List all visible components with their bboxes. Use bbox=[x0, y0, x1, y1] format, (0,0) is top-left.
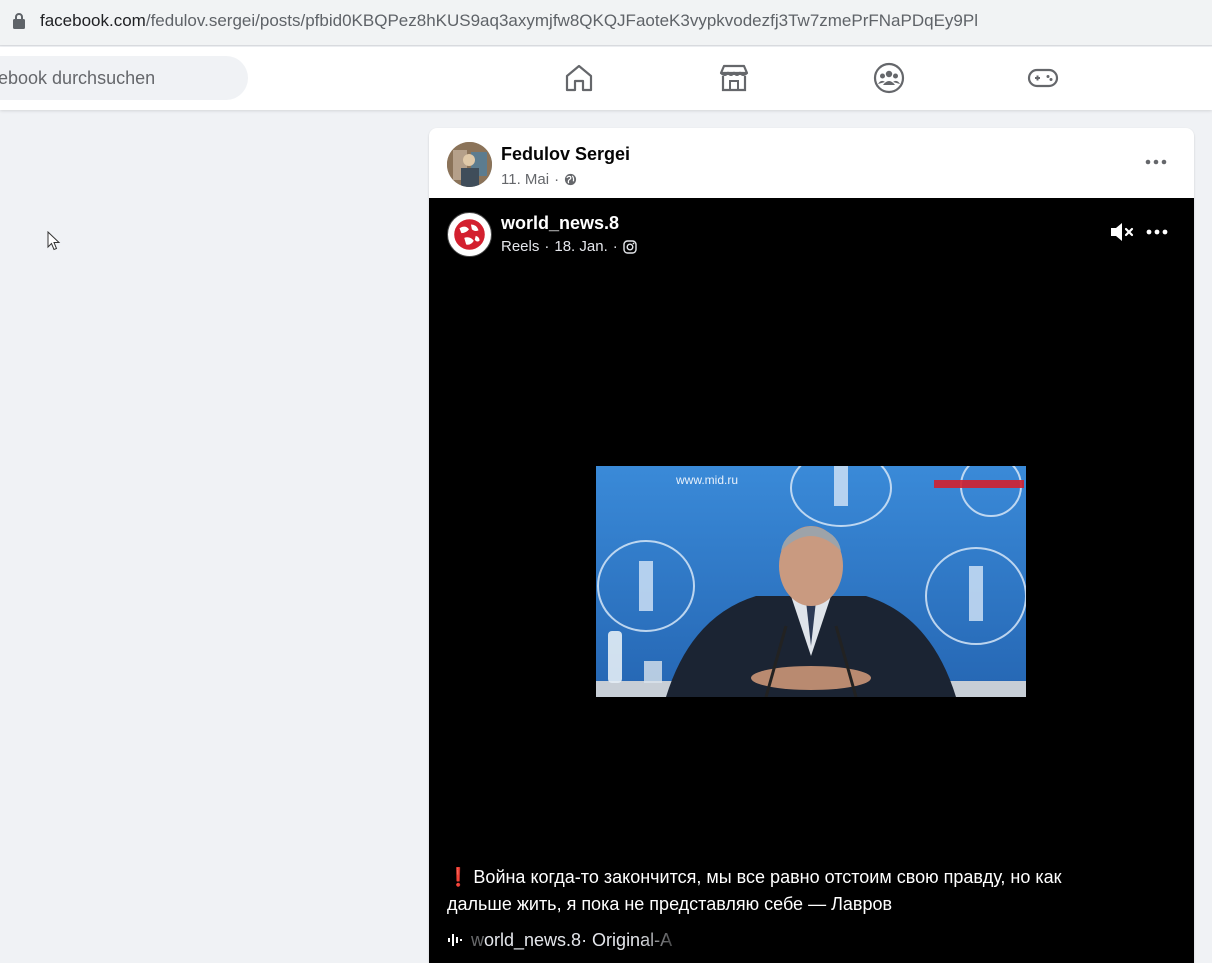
lock-icon bbox=[13, 13, 25, 29]
exclamation-icon: ❗ bbox=[447, 867, 470, 887]
marketplace-nav-button[interactable] bbox=[717, 61, 751, 95]
mouse-cursor-icon bbox=[47, 231, 61, 251]
post-author-name[interactable]: Fedulov Sergei bbox=[501, 144, 630, 165]
gaming-nav-button[interactable] bbox=[1026, 61, 1060, 95]
audio-label: · Original-A bbox=[581, 929, 673, 950]
meta-separator: · bbox=[554, 171, 560, 188]
audio-wave-icon bbox=[448, 934, 462, 946]
url-text[interactable]: facebook.com/fedulov.sergei/posts/pfbid0… bbox=[40, 10, 1200, 32]
reel-author-name[interactable]: world_news.8 bbox=[501, 213, 619, 234]
video-overlay-text: www.mid.ru bbox=[675, 473, 738, 487]
author-avatar[interactable] bbox=[447, 142, 492, 187]
groups-icon bbox=[873, 62, 905, 94]
reel-container[interactable]: world_news.8 Reels · 18. Jan. · www.mid.… bbox=[429, 198, 1194, 963]
groups-nav-button[interactable] bbox=[872, 61, 906, 95]
reel-separator-1: · bbox=[544, 238, 550, 255]
video-still-image: www.mid.ru bbox=[596, 466, 1026, 697]
search-input[interactable] bbox=[0, 56, 248, 100]
author-photo-icon bbox=[447, 142, 492, 187]
instagram-icon bbox=[623, 239, 637, 254]
audio-user: orld_news.8 bbox=[484, 929, 582, 950]
post-meta: 11. Mai · bbox=[501, 171, 577, 188]
reel-separator-2: · bbox=[612, 238, 618, 255]
audio-prefix: w bbox=[471, 929, 484, 950]
post-more-options-icon[interactable] bbox=[1138, 150, 1174, 174]
reel-audio-link[interactable]: w orld_news.8 · Original-A bbox=[447, 928, 687, 952]
reel-caption-text: Война когда-то закончится, мы все равно … bbox=[447, 867, 1062, 914]
reel-more-options-icon[interactable] bbox=[1142, 220, 1172, 244]
home-nav-button[interactable] bbox=[562, 61, 596, 95]
marketplace-icon bbox=[719, 64, 749, 92]
gaming-icon bbox=[1027, 68, 1059, 88]
reel-source[interactable]: Reels bbox=[501, 238, 539, 255]
post-card: Fedulov Sergei 11. Mai · world_news.8 Re… bbox=[429, 128, 1194, 963]
post-date[interactable]: 11. Mai bbox=[501, 171, 549, 188]
url-path: /fedulov.sergei/posts/pfbid0KBQPez8hKUS9… bbox=[145, 11, 978, 30]
reel-caption: ❗ Война когда-то закончится, мы все равно… bbox=[447, 864, 1087, 918]
url-domain: facebook.com bbox=[40, 11, 146, 30]
reel-meta: Reels · 18. Jan. · bbox=[501, 238, 637, 255]
reel-author-avatar[interactable] bbox=[447, 212, 492, 257]
video-player[interactable]: www.mid.ru bbox=[596, 466, 1026, 697]
home-icon bbox=[565, 64, 593, 92]
globe-icon bbox=[565, 173, 577, 186]
muted-speaker-icon[interactable] bbox=[1109, 220, 1135, 244]
browser-url-bar[interactable]: facebook.com/fedulov.sergei/posts/pfbid0… bbox=[0, 0, 1212, 46]
reel-date[interactable]: 18. Jan. bbox=[554, 238, 607, 255]
facebook-header bbox=[0, 47, 1212, 110]
globe-logo-icon bbox=[450, 215, 489, 254]
